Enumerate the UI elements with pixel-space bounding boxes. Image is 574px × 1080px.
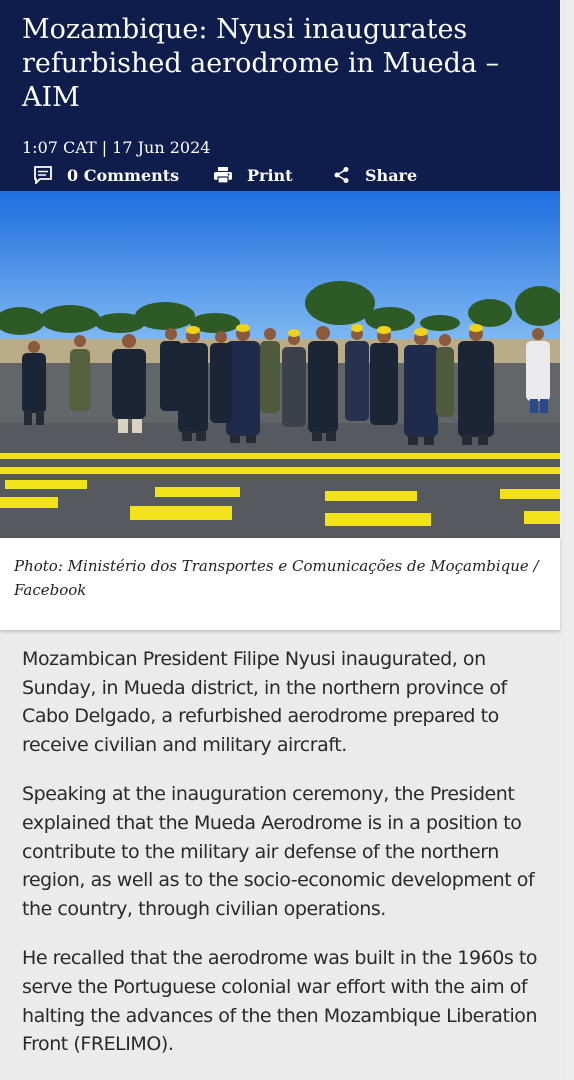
- article-body: Mozambican President Filipe Nyusi inaugu…: [22, 645, 547, 1080]
- article-paragraph: Speaking at the inauguration ceremony, t…: [22, 783, 535, 920]
- article-photo: [0, 191, 560, 538]
- print-button[interactable]: Print: [213, 163, 293, 187]
- share-label: Share: [365, 165, 418, 185]
- article-paragraph: He recalled that the aerodrome was built…: [22, 947, 538, 1056]
- comment-icon: [34, 166, 52, 184]
- print-icon: [214, 167, 232, 184]
- print-label: Print: [247, 165, 293, 185]
- photo-caption: Photo: Ministério dos Transportes e Comu…: [14, 557, 539, 599]
- article-title: Mozambique: Nyusi inaugurates refurbishe…: [22, 14, 500, 113]
- article-timestamp: 1:07 CAT | 17 Jun 2024: [22, 138, 211, 157]
- comments-label: 0 Comments: [67, 165, 180, 185]
- page-scrollbar[interactable]: [565, 0, 574, 1080]
- article-paragraph: Mozambican President Filipe Nyusi inaugu…: [22, 648, 507, 756]
- comments-button[interactable]: 0 Comments: [33, 163, 179, 187]
- share-button[interactable]: Share: [333, 163, 417, 187]
- photo-caption-box: Photo: Ministério dos Transportes e Comu…: [0, 538, 560, 630]
- article-header: Mozambique: Nyusi inaugurates refurbishe…: [0, 0, 560, 191]
- article-actions: 0 Comments Print Share: [0, 163, 560, 189]
- share-icon: [334, 167, 349, 183]
